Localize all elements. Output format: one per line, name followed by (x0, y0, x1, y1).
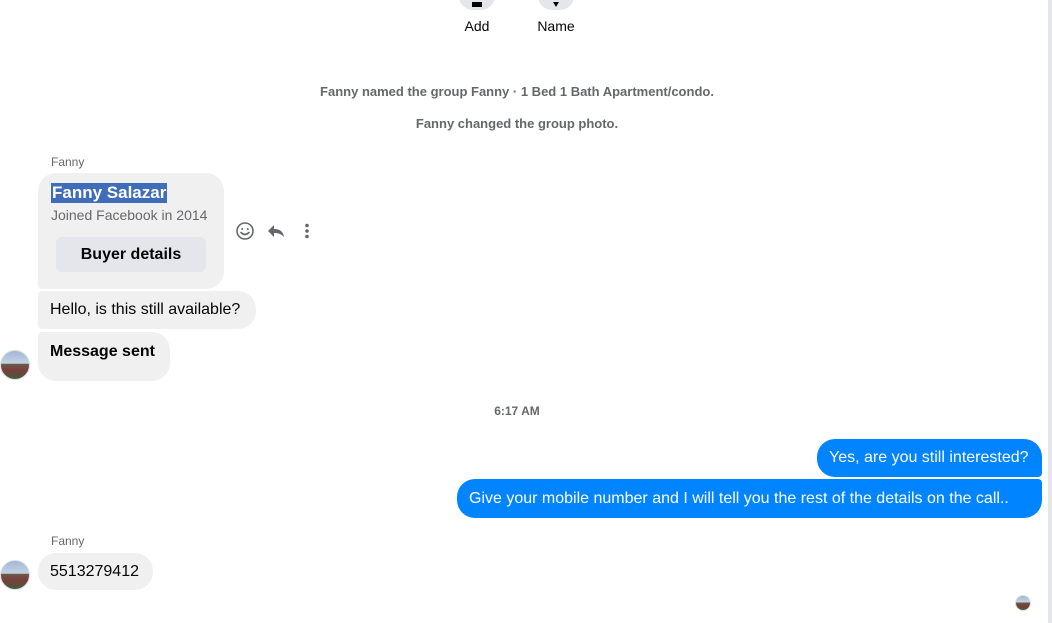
message-bubble[interactable]: Message sent (38, 332, 170, 381)
add-people-button[interactable]: Add (457, 0, 497, 34)
name-group-button[interactable]: Name (536, 0, 576, 34)
add-person-icon (459, 0, 495, 10)
buyer-card: Fanny Salazar Joined Facebook in 2014 Bu… (38, 173, 224, 289)
name-label: Name (537, 18, 575, 34)
group-photo-notice: Fanny changed the group photo. (415, 116, 619, 131)
pencil-icon (538, 0, 574, 10)
message-text: Hello, is this still available? (50, 301, 241, 318)
buyer-details-button[interactable]: Buyer details (56, 237, 206, 272)
sender-name: Fanny (51, 534, 85, 548)
sender-name: Fanny (51, 155, 85, 169)
message-bubble[interactable]: Hello, is this still available? (38, 291, 256, 329)
message-text: Message sent (50, 343, 155, 360)
timestamp: 6:17 AM (494, 404, 540, 418)
reply-icon[interactable] (265, 220, 287, 242)
more-options-icon[interactable] (296, 220, 318, 242)
message-bubble[interactable]: 5513279412 (38, 553, 153, 590)
my-message-bubble[interactable]: Yes, are you still interested? (817, 439, 1042, 477)
message-text: Yes, are you still interested? (829, 449, 1029, 466)
joined-date: Joined Facebook in 2014 (51, 207, 208, 223)
buyer-name[interactable]: Fanny Salazar (51, 183, 168, 203)
scrollbar[interactable] (1048, 0, 1052, 623)
seen-by-avatar (1015, 595, 1031, 611)
message-text: Give your mobile number and I will tell … (469, 489, 1009, 507)
message-text: 5513279412 (50, 562, 139, 580)
avatar[interactable] (0, 560, 30, 590)
my-message-bubble[interactable]: Give your mobile number and I will tell … (457, 479, 1042, 518)
group-renamed-notice: Fanny named the group Fanny · 1 Bed 1 Ba… (320, 84, 714, 99)
emoji-react-icon[interactable] (234, 220, 256, 242)
add-label: Add (464, 18, 490, 34)
avatar[interactable] (0, 350, 30, 380)
